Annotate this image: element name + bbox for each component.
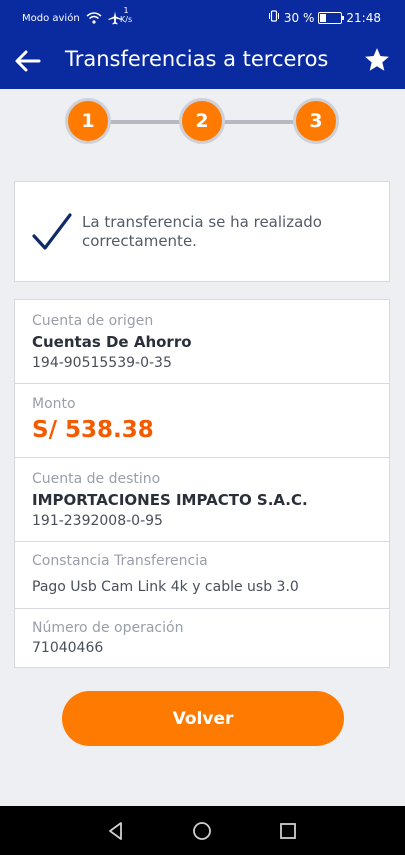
operation-row: Número de operación 71040466 — [15, 609, 389, 667]
origin-account-label: Cuenta de origen — [32, 313, 154, 329]
stepper: 1 2 3 — [0, 98, 405, 148]
favorite-button[interactable] — [363, 46, 391, 74]
step-2: 2 — [179, 98, 225, 144]
amount-row: Monto S/ 538.38 — [15, 384, 389, 458]
operation-number: 71040466 — [32, 640, 104, 656]
triangle-back-icon — [109, 822, 122, 840]
page-title: Transferencias a terceros — [65, 47, 329, 71]
back-button[interactable] — [14, 48, 42, 74]
receipt-value: Pago Usb Cam Link 4k y cable usb 3.0 — [32, 579, 299, 595]
square-recents-icon — [280, 823, 296, 839]
status-bar: Modo avión 1 K/s 30 % 21:48 — [0, 0, 405, 33]
step-1: 1 — [65, 98, 111, 144]
nav-home-button[interactable] — [191, 820, 213, 842]
speed-value: 1 — [123, 6, 129, 15]
battery-icon — [318, 11, 345, 24]
origin-account-number: 194-90515539-0-35 — [32, 355, 172, 371]
status-right: 30 % 21:48 — [264, 10, 381, 25]
step-3: 3 — [293, 98, 339, 144]
destination-account-label: Cuenta de destino — [32, 471, 161, 487]
amount-value: S/ 538.38 — [32, 417, 154, 443]
circle-home-icon — [193, 822, 211, 840]
destination-account-name: IMPORTACIONES IMPACTO S.A.C. — [32, 491, 308, 509]
wifi-icon — [86, 12, 102, 24]
app-bar: Transferencias a terceros — [0, 33, 405, 89]
transfer-details: Cuenta de origen Cuentas De Ahorro 194-9… — [14, 299, 390, 668]
destination-account-number: 191-2392008-0-95 — [32, 513, 163, 529]
step-connector — [224, 120, 294, 124]
amount-label: Monto — [32, 396, 76, 412]
nav-back-button[interactable] — [105, 820, 127, 842]
airplane-mode-text: Modo avión — [22, 12, 80, 24]
battery-fill — [320, 13, 327, 22]
success-message: La transferencia se ha realizado correct… — [82, 213, 322, 250]
receipt-row: Constancia Transferencia Pago Usb Cam Li… — [15, 542, 389, 609]
battery-percent: 30 % — [283, 10, 315, 25]
navigation-bar — [0, 806, 405, 855]
star-icon — [365, 48, 389, 71]
network-speed: 1 K/s — [120, 6, 132, 24]
origin-account-row: Cuenta de origen Cuentas De Ahorro 194-9… — [15, 300, 389, 384]
status-left: Modo avión — [22, 11, 122, 25]
nav-recents-button[interactable] — [277, 820, 299, 842]
destination-account-row: Cuenta de destino IMPORTACIONES IMPACTO … — [15, 458, 389, 542]
success-card: La transferencia se ha realizado correct… — [14, 181, 390, 282]
volver-button[interactable]: Volver — [62, 691, 344, 746]
clock: 21:48 — [346, 10, 381, 25]
vibrate-icon — [268, 10, 280, 25]
receipt-label: Constancia Transferencia — [32, 553, 208, 569]
operation-label: Número de operación — [32, 620, 184, 636]
check-icon — [32, 213, 72, 250]
origin-account-name: Cuentas De Ahorro — [32, 333, 192, 351]
speed-unit: K/s — [120, 15, 133, 24]
arrow-left-icon — [15, 50, 41, 72]
step-connector — [110, 120, 180, 124]
